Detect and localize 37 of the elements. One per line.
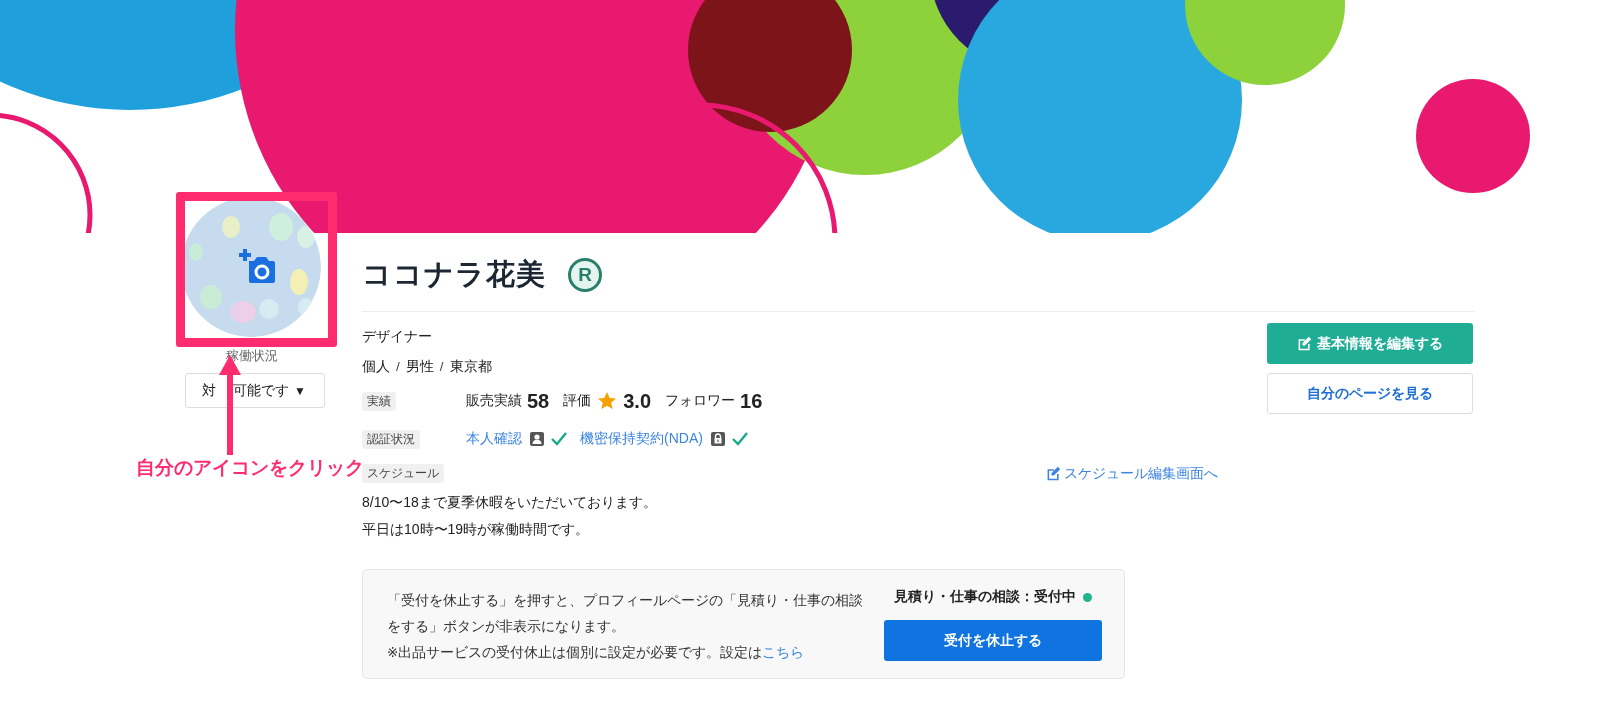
star-icon xyxy=(597,391,618,411)
schedule-edit-link[interactable]: スケジュール編集画面へ xyxy=(1046,464,1218,483)
separator: / xyxy=(439,358,444,376)
stat-label: 販売実績 xyxy=(466,392,522,410)
notice-text: ※出品サービスの受付休止は個別に設定が必要です。設定は こちら xyxy=(387,644,806,662)
section-tag: スケジュール xyxy=(362,464,444,483)
lock-icon xyxy=(709,431,726,447)
stat-value: 16 xyxy=(740,389,763,413)
verification-link[interactable]: 機密保持契約(NDA) xyxy=(580,430,703,448)
stat-value: 58 xyxy=(527,389,550,413)
pause-reception-button[interactable]: 受付を休止する xyxy=(884,620,1102,661)
section-tag: 実績 xyxy=(362,391,396,411)
settings-link[interactable]: こちら xyxy=(762,645,805,660)
camera-plus-icon xyxy=(237,247,277,285)
attribute: 東京都 xyxy=(449,358,492,376)
stat-label: 評価 xyxy=(563,392,592,410)
separator: / xyxy=(396,358,400,376)
edit-icon xyxy=(1046,466,1061,481)
occupation: デザイナー xyxy=(362,328,433,346)
stat-value: 3.0 xyxy=(623,389,652,413)
edit-profile-button[interactable]: 基本情報を編集する xyxy=(1267,323,1473,364)
section-tag: 認証状況 xyxy=(362,429,420,449)
attribute: 男性 xyxy=(405,358,434,376)
reception-status: 見積り・仕事の相談：受付中 xyxy=(894,588,1076,606)
status-dropdown[interactable]: 対 可能です ▼ xyxy=(185,373,325,408)
stat-label: フォロワー xyxy=(665,392,736,410)
view-page-button[interactable]: 自分のページを見る xyxy=(1267,373,1473,414)
annotation-text: 自分のアイコンをクリック xyxy=(136,456,364,480)
id-card-icon xyxy=(529,431,545,447)
attribute: 個人 xyxy=(362,358,390,376)
verification-link[interactable]: 本人確認 xyxy=(466,430,522,448)
notice-text: 「受付を休止する」を押すと、プロフィールページの「見積り・仕事の相談をする」ボタンが非表示になります。 xyxy=(387,592,864,636)
rank-badge: R xyxy=(568,258,602,292)
profile-name: ココナラ花美 xyxy=(362,257,546,292)
edit-icon xyxy=(1297,336,1312,351)
schedule-text: 平日は10時〜19時が稼働時間です。 xyxy=(362,520,591,539)
schedule-text: 8/10〜18まで夏季休暇をいただいております。 xyxy=(362,493,658,512)
